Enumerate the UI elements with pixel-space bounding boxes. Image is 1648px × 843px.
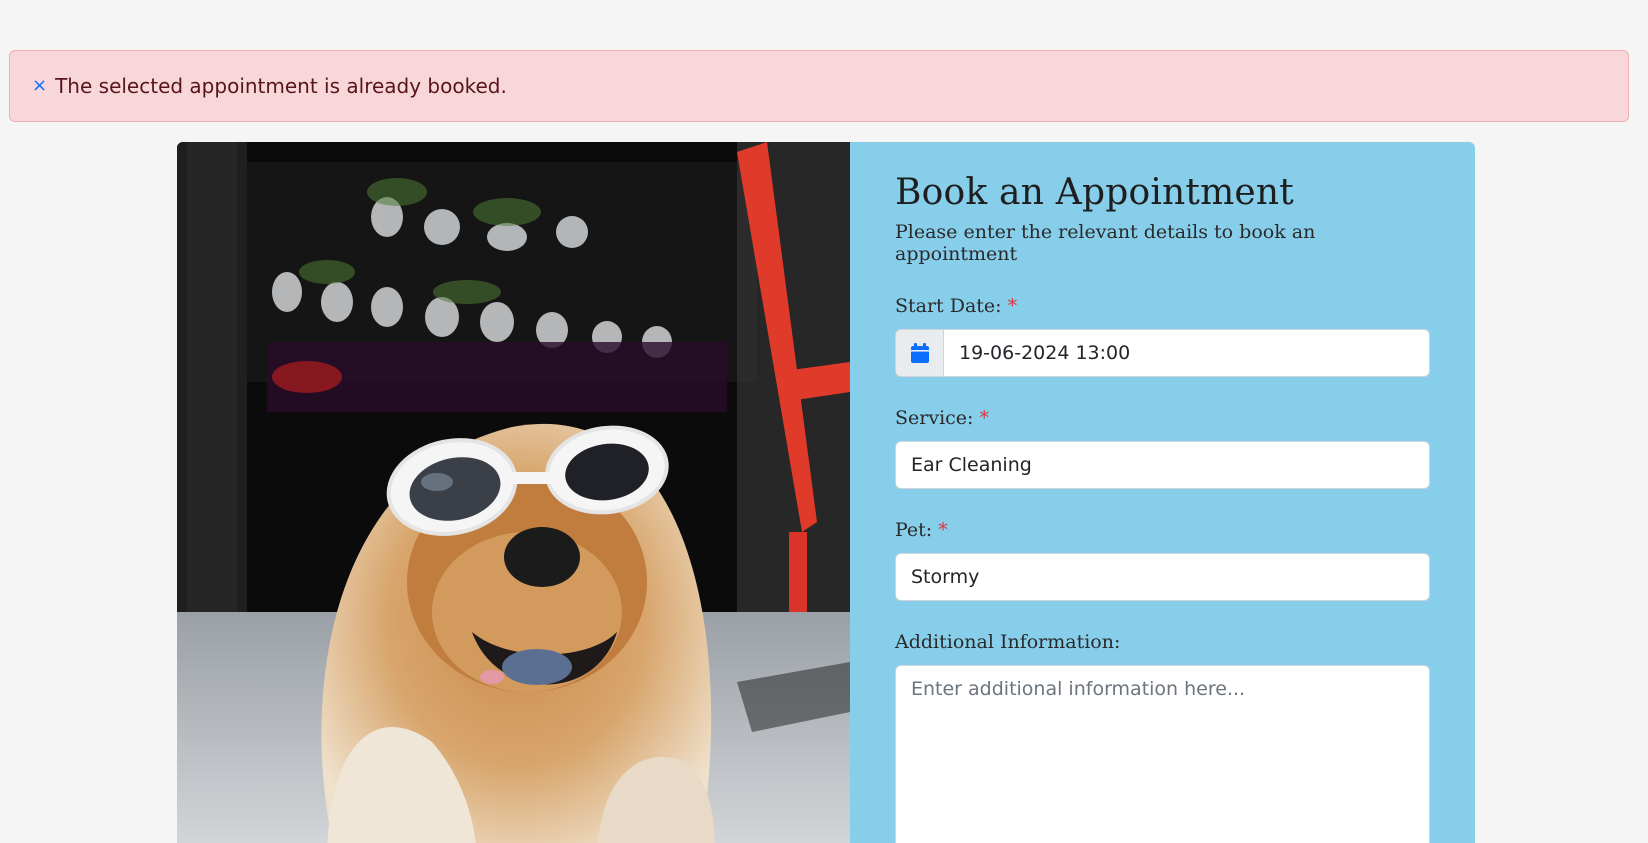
additional-info-label: Additional Information: bbox=[895, 631, 1121, 653]
start-date-group: 19-06-2024 13:00 bbox=[895, 329, 1430, 377]
close-icon[interactable]: × bbox=[32, 77, 47, 95]
service-field: Service: * Ear Cleaning bbox=[895, 407, 1430, 489]
booking-card: Book an Appointment Please enter the rel… bbox=[177, 142, 1475, 843]
dog-photo bbox=[177, 142, 850, 843]
start-date-field: Start Date: * 19-06-2024 13:00 bbox=[895, 295, 1430, 377]
additional-info-textarea[interactable] bbox=[895, 665, 1430, 843]
calendar-icon[interactable] bbox=[895, 329, 944, 377]
service-label: Service: * bbox=[895, 407, 990, 429]
error-alert: × The selected appointment is already bo… bbox=[9, 50, 1629, 122]
start-date-label: Start Date: * bbox=[895, 295, 1018, 317]
start-date-input[interactable]: 19-06-2024 13:00 bbox=[944, 329, 1430, 377]
pet-label: Pet: * bbox=[895, 519, 948, 541]
pet-input[interactable]: Stormy bbox=[895, 553, 1430, 601]
page-subtitle: Please enter the relevant details to boo… bbox=[895, 221, 1316, 265]
additional-info-field: Additional Information: bbox=[895, 631, 1430, 843]
service-input[interactable]: Ear Cleaning bbox=[895, 441, 1430, 489]
pet-field: Pet: * Stormy bbox=[895, 519, 1430, 601]
required-marker: * bbox=[1007, 295, 1018, 317]
required-marker: * bbox=[979, 407, 990, 429]
booking-form: Book an Appointment Please enter the rel… bbox=[850, 142, 1475, 843]
page-title: Book an Appointment bbox=[895, 172, 1294, 213]
required-marker: * bbox=[938, 519, 948, 541]
alert-message: The selected appointment is already book… bbox=[55, 74, 507, 98]
